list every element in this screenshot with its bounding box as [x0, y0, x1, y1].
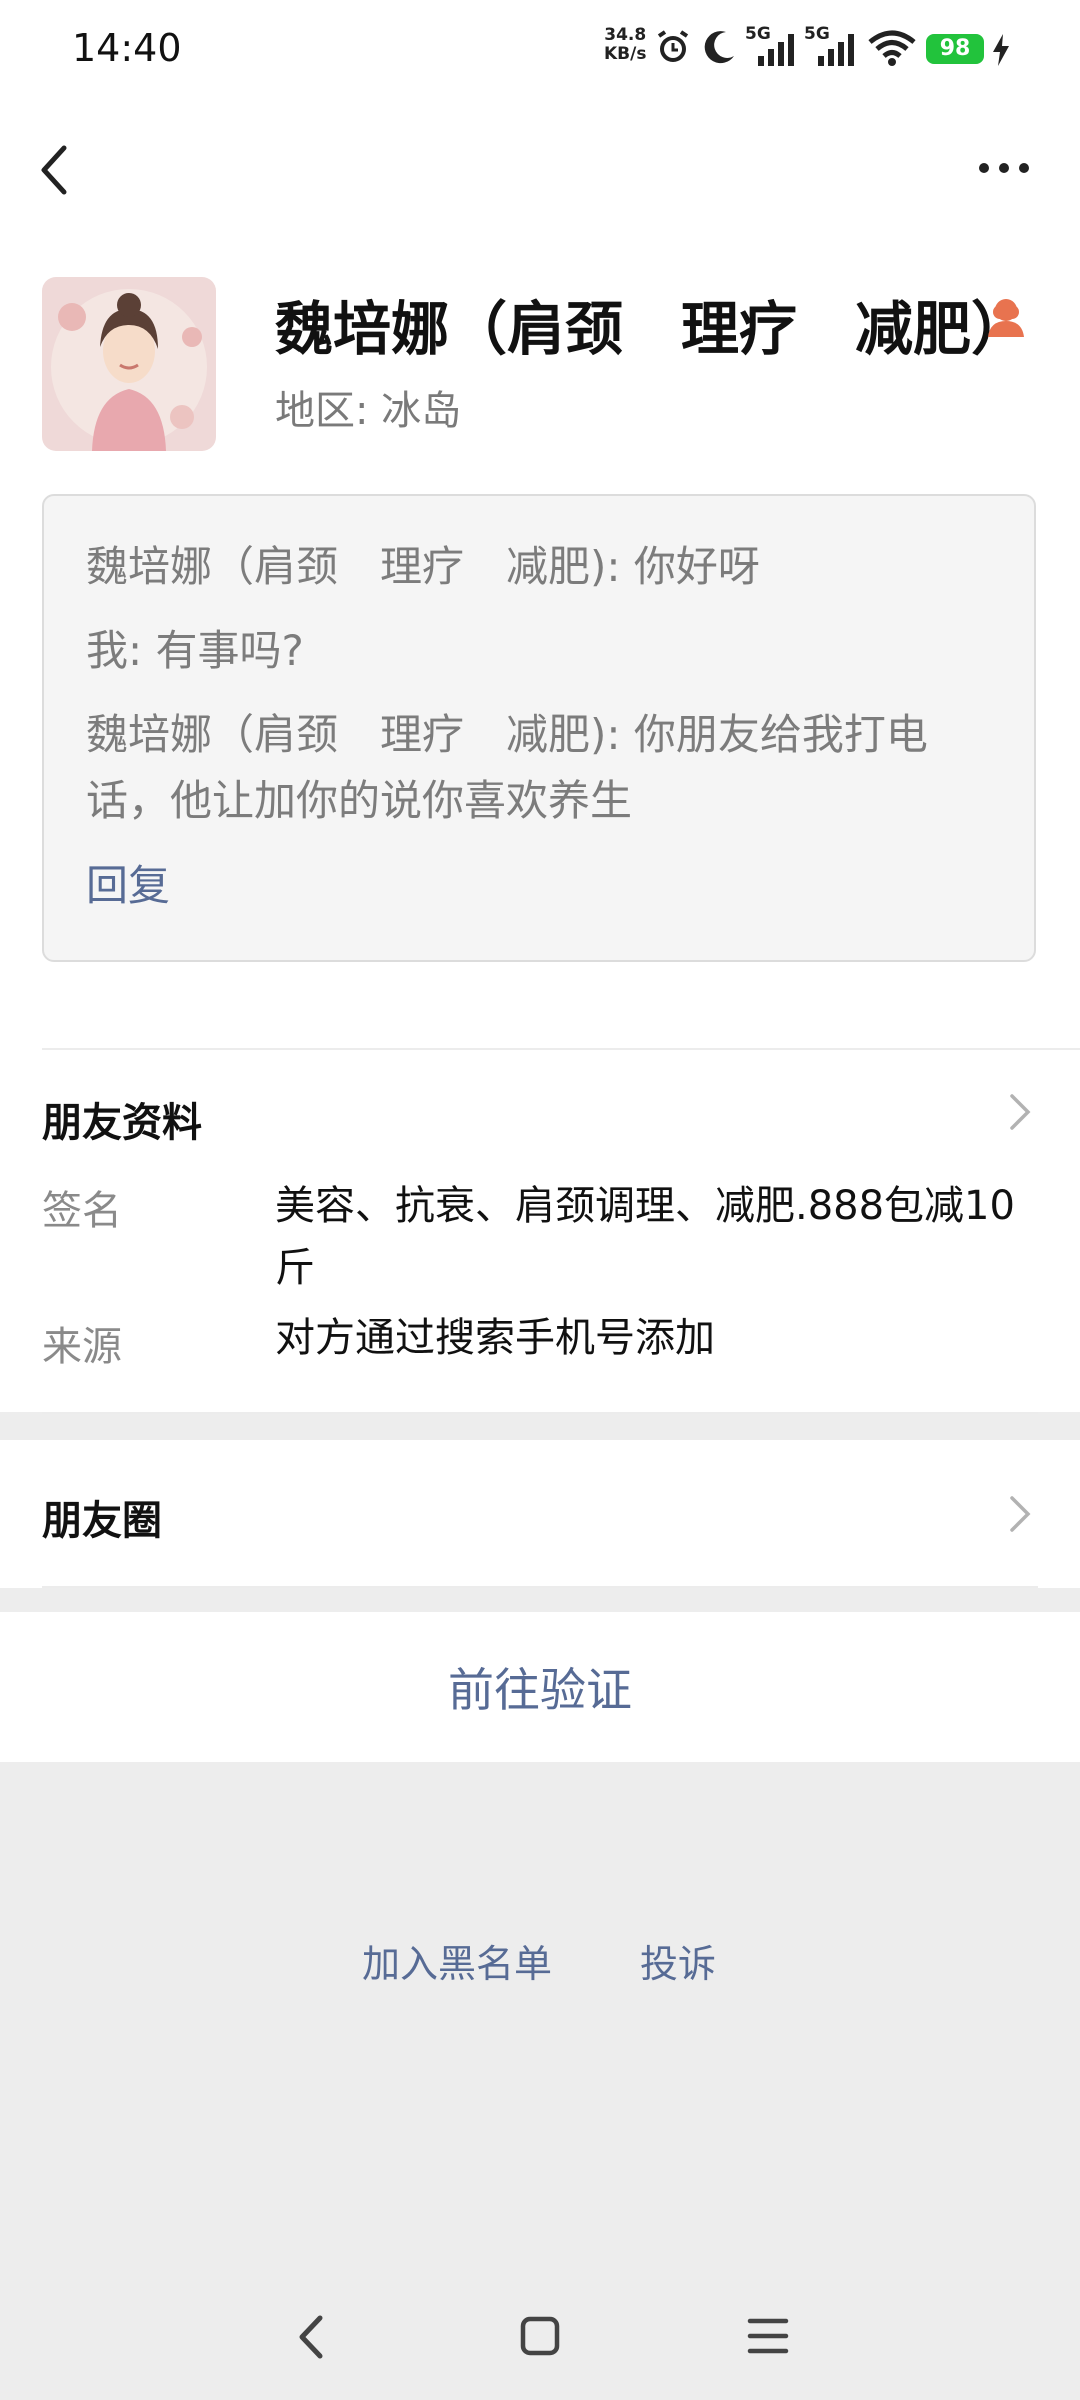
moments-row[interactable] [0, 1440, 1080, 1588]
profile-region: 地区: 冰岛 [275, 378, 461, 436]
region-label: 地区: [275, 388, 369, 434]
profile-name: 魏培娜（肩颈 理疗 减肥） [275, 295, 1030, 363]
add-to-blacklist-link[interactable]: 加入黑名单 [362, 1933, 552, 1988]
charging-icon [993, 34, 1009, 66]
friend-info-title: 朋友资料 [42, 1100, 202, 1146]
greeting-line: 魏培娜（肩颈 理疗 减肥): 你朋友给我打电 [86, 710, 928, 759]
alarm-icon [657, 30, 689, 62]
net-speed-value: 34.8 [604, 25, 647, 45]
nav-bar [0, 100, 1080, 250]
verify-button-label: 前往验证 [448, 1663, 632, 1717]
greeting-line: 魏培娜（肩颈 理疗 减肥): 你好呀 [86, 542, 760, 591]
signature-label: 签名 [42, 1188, 122, 1234]
chevron-right-icon [1010, 1094, 1031, 1130]
avatar[interactable] [42, 277, 216, 451]
female-icon [988, 299, 1024, 337]
chevron-right-icon [1010, 1496, 1031, 1532]
report-link[interactable]: 投诉 [640, 1933, 716, 1988]
moments-title: 朋友圈 [42, 1498, 162, 1544]
greeting-line: 我: 有事吗? [86, 626, 304, 675]
greeting-line: 话，他让加你的说你喜欢养生 [86, 776, 633, 825]
signal-icon [758, 34, 794, 66]
system-back-icon[interactable] [292, 2312, 332, 2362]
system-home-icon[interactable] [518, 2314, 562, 2358]
net-speed-unit: KB/s [604, 44, 647, 64]
divider [42, 1412, 1038, 1414]
more-icon[interactable] [976, 156, 1032, 180]
signature-value: 美容、抗衰、肩颈调理、减肥.888包减10斤 [275, 1183, 1015, 1291]
source-label: 来源 [42, 1324, 122, 1370]
reply-link[interactable]: 回复 [86, 852, 170, 913]
back-icon[interactable] [36, 142, 72, 198]
source-value: 对方通过搜索手机号添加 [275, 1315, 715, 1361]
net-speed: 34.8 KB/s [604, 26, 646, 64]
wifi-icon [868, 30, 916, 66]
avatar-image [42, 277, 216, 451]
divider [42, 1586, 1038, 1588]
moon-icon [704, 31, 734, 64]
system-menu-icon[interactable] [746, 2316, 790, 2356]
region-value: 冰岛 [381, 388, 462, 434]
signal-icon [818, 34, 854, 66]
status-time: 14:40 [72, 26, 182, 70]
battery-icon: 98 [926, 34, 984, 64]
